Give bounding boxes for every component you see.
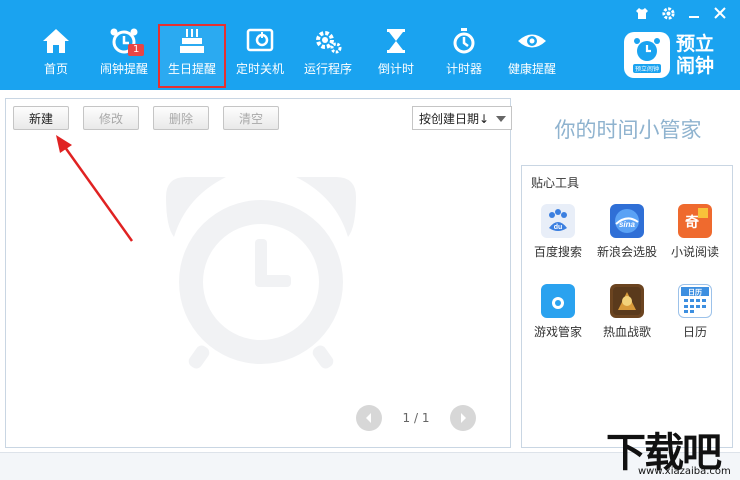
nav-label: 计时器 <box>445 62 482 76</box>
tool-label: 日历 <box>682 325 707 339</box>
tool-warsong-game[interactable]: 热血战歌 <box>594 284 660 340</box>
nav-label: 生日提醒 <box>167 62 216 76</box>
sort-selected-value: 按创建日期↓ <box>419 111 490 126</box>
minimize-icon[interactable] <box>686 5 702 21</box>
stopwatch-icon <box>447 24 481 58</box>
svg-text:日历: 日历 <box>688 288 702 297</box>
svg-text:奇: 奇 <box>685 214 699 231</box>
nav-stopwatch[interactable]: 计时器 <box>430 24 498 88</box>
tools-title: 贴心工具 <box>531 176 580 190</box>
nav-label: 倒计时 <box>377 62 414 76</box>
tool-label: 新浪会选股 <box>596 245 657 259</box>
nav-alarm[interactable]: 1 闹钟提醒 <box>90 24 158 88</box>
delete-button[interactable]: 删除 <box>153 106 209 130</box>
site-watermark-logo: 下载吧 www.xiazaiba.com <box>602 420 740 480</box>
nav-label: 首页 <box>43 62 68 76</box>
alarm-clock-logo-icon <box>634 38 660 61</box>
settings-icon[interactable] <box>660 5 676 21</box>
brand-name-line1: 预立 <box>676 33 715 55</box>
next-page-button[interactable] <box>450 405 476 431</box>
power-icon <box>243 24 277 58</box>
home-icon <box>39 24 73 58</box>
top-toolbar: 首页 1 闹钟提醒 生日提醒 定时关机 运行程序 倒计时 计时器 健康提醒 预立… <box>0 0 740 90</box>
tool-game-manager[interactable]: 游戏管家 <box>525 284 591 340</box>
window-controls <box>634 5 728 21</box>
clear-button[interactable]: 清空 <box>223 106 279 130</box>
pager: 1 / 1 <box>356 405 476 431</box>
tool-label: 热血战歌 <box>602 325 651 339</box>
novel-icon: 奇 <box>678 204 712 238</box>
brand-logo-caption: 预立闹钟 <box>632 64 661 73</box>
new-button[interactable]: 新建 <box>13 106 69 130</box>
main-nav: 首页 1 闹钟提醒 生日提醒 定时关机 运行程序 倒计时 计时器 健康提醒 <box>22 24 566 88</box>
nav-label: 闹钟提醒 <box>99 62 148 76</box>
tool-sina-stock[interactable]: sina 新浪会选股 <box>594 204 660 260</box>
nav-label: 运行程序 <box>303 62 352 76</box>
chevron-left-icon <box>366 413 371 423</box>
nav-shutdown[interactable]: 定时关机 <box>226 24 294 88</box>
svg-text:sina: sina <box>619 220 636 229</box>
gears-icon <box>311 24 345 58</box>
sina-stock-icon: sina <box>610 204 644 238</box>
nav-label: 定时关机 <box>235 62 284 76</box>
nav-countdown[interactable]: 倒计时 <box>362 24 430 88</box>
brand-name: 预立 闹钟 <box>676 33 714 77</box>
game-warsong-icon <box>610 284 644 318</box>
alarm-count-badge: 1 <box>128 44 145 56</box>
red-arrow-annotation-icon <box>56 135 134 242</box>
close-icon[interactable] <box>712 5 728 21</box>
tool-novel-reading[interactable]: 奇 小说阅读 <box>662 204 728 260</box>
tool-label: 百度搜索 <box>533 245 582 259</box>
site-watermark-url: www.xiazaiba.com <box>638 466 731 477</box>
chevron-down-icon <box>496 116 506 122</box>
cake-icon <box>175 24 209 58</box>
nav-birthday[interactable]: 生日提醒 <box>158 24 226 88</box>
game-manager-icon <box>541 284 575 318</box>
tool-label: 游戏管家 <box>533 325 582 339</box>
birthday-list-panel: 新建 修改 删除 清空 按创建日期↓ 1 / 1 <box>5 98 512 448</box>
tool-baidu-search[interactable]: du 百度搜索 <box>525 204 591 260</box>
svg-text:du: du <box>554 224 563 231</box>
hourglass-icon <box>379 24 413 58</box>
eye-icon <box>515 24 549 58</box>
prev-page-button[interactable] <box>356 405 382 431</box>
nav-run-program[interactable]: 运行程序 <box>294 24 362 88</box>
nav-home[interactable]: 首页 <box>22 24 90 88</box>
brand-name-line2: 闹钟 <box>676 55 715 77</box>
nav-health[interactable]: 健康提醒 <box>498 24 566 88</box>
sort-dropdown[interactable]: 按创建日期↓ <box>412 106 512 130</box>
calendar-icon: 日历 <box>678 284 712 318</box>
brand: 预立闹钟 预立 闹钟 <box>624 32 714 78</box>
page-indicator: 1 / 1 <box>402 411 430 425</box>
list-toolbar: 新建 修改 删除 清空 <box>13 106 279 130</box>
skin-icon[interactable] <box>634 5 650 21</box>
brand-logo: 预立闹钟 <box>624 32 670 78</box>
baidu-icon: du <box>541 204 575 238</box>
chevron-right-icon <box>461 413 466 423</box>
nav-label: 健康提醒 <box>507 62 556 76</box>
slogan: 你的时间小管家 <box>554 118 702 142</box>
alarm-clock-watermark-icon <box>166 177 356 369</box>
edit-button[interactable]: 修改 <box>83 106 139 130</box>
tool-calendar[interactable]: 日历 日历 <box>662 284 728 340</box>
tool-label: 小说阅读 <box>670 245 719 259</box>
tools-panel: 贴心工具 du 百度搜索 sina 新浪会选股 奇 小说阅读 游戏管家 热血战歌… <box>521 165 733 448</box>
